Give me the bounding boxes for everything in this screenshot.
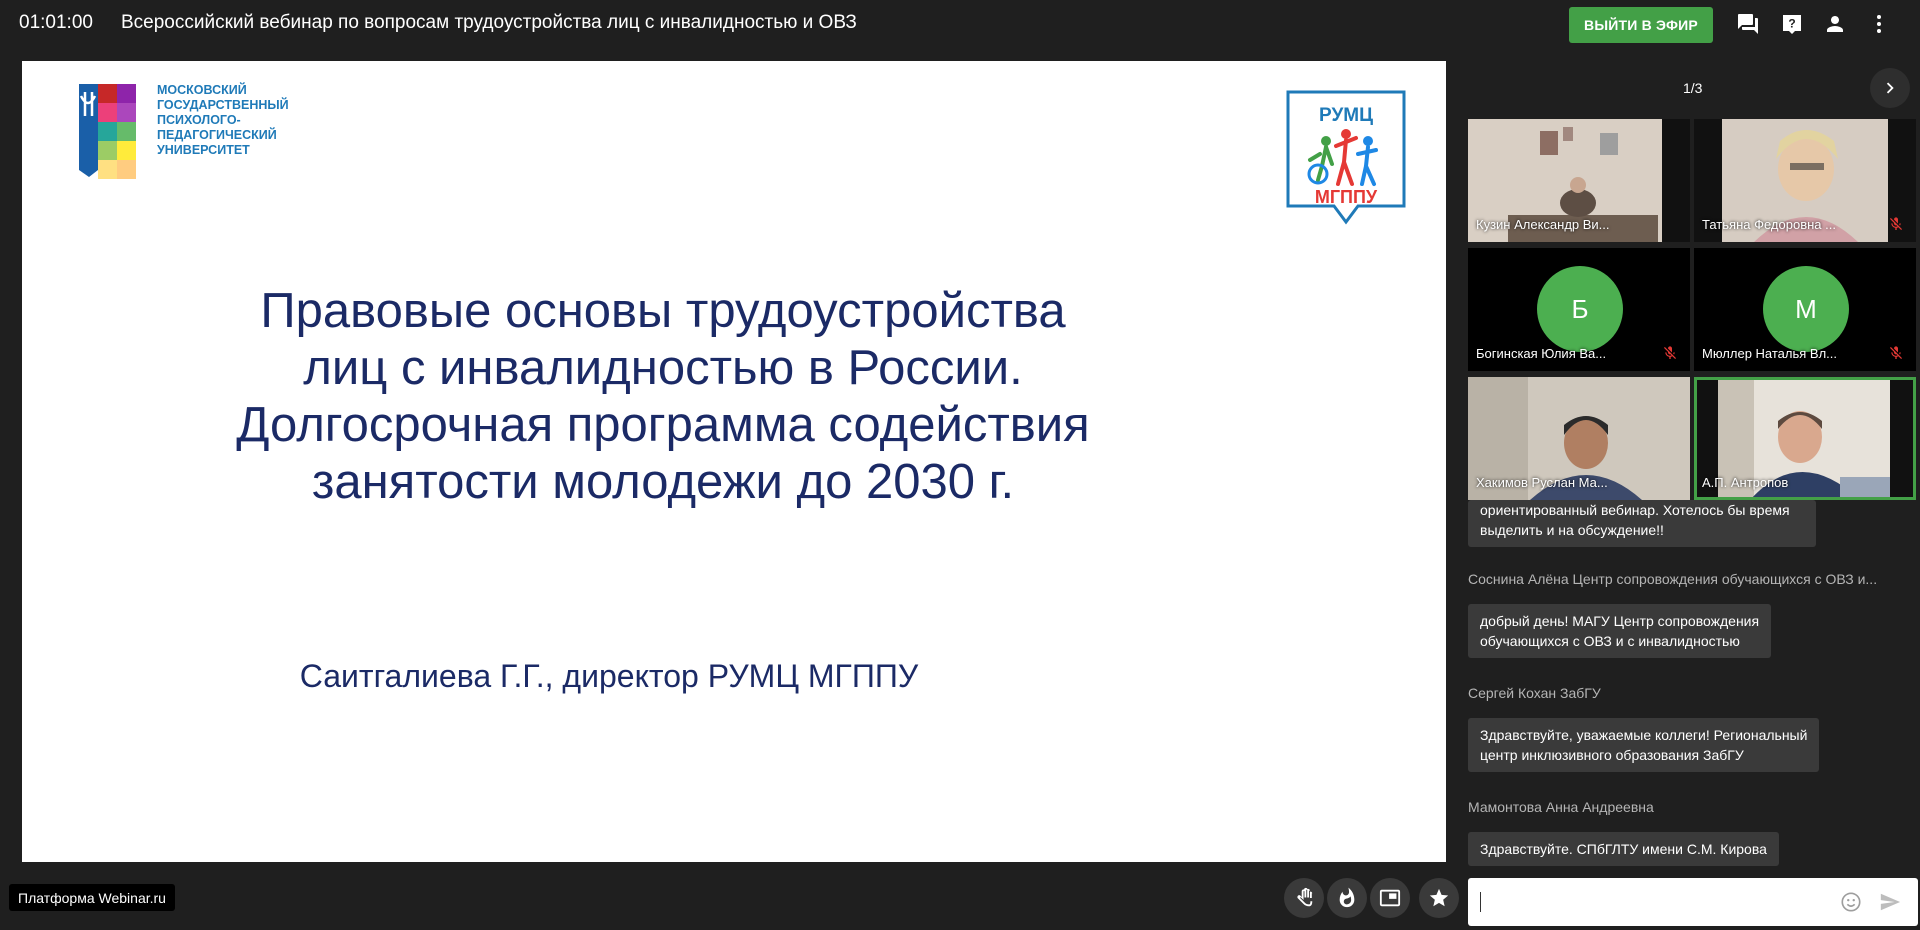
chat-messages: ориентированный вебинар. Хотелось бы вре… bbox=[1468, 500, 1918, 875]
rumc-logo-bottom-text: МГППУ bbox=[1315, 187, 1378, 207]
participants-page-indicator: 1/3 bbox=[1683, 80, 1703, 96]
participant-tile[interactable]: Татьяна Федоровна ... bbox=[1694, 119, 1916, 242]
participant-tile[interactable]: Хакимов Руслан Ма... bbox=[1468, 377, 1690, 500]
star-icon bbox=[1429, 888, 1449, 907]
send-icon bbox=[1880, 893, 1901, 911]
chat-message-line: ориентированный вебинар. Хотелось бы вре… bbox=[1480, 502, 1790, 518]
reaction-button[interactable] bbox=[1327, 878, 1367, 918]
send-button[interactable] bbox=[1877, 889, 1903, 915]
chat-message-line: добрый день! МАГУ Центр сопровождения bbox=[1480, 613, 1760, 629]
logo-line: ПЕДАГОГИЧЕСКИЙ bbox=[157, 128, 277, 142]
participant-tile[interactable]: М Мюллер Наталья Вл... bbox=[1694, 248, 1916, 371]
broadcast-timer: 01:01:00 bbox=[19, 12, 93, 33]
chat-sender-name: Соснина Алёна Центр сопровождения обучаю… bbox=[1468, 571, 1878, 587]
chat-message-line: Здравствуйте. СПбГЛТУ имени С.М. Кирова bbox=[1480, 841, 1767, 857]
participant-name: Мюллер Наталья Вл... bbox=[1702, 346, 1838, 361]
help-icon[interactable]: ? bbox=[1780, 12, 1804, 36]
mic-off-icon bbox=[1664, 346, 1676, 359]
participant-tile-active[interactable]: А.П. Антропов bbox=[1694, 377, 1916, 500]
more-vert-icon[interactable] bbox=[1867, 12, 1891, 36]
mic-off-icon bbox=[1890, 217, 1902, 230]
platform-badge[interactable]: Платформа Webinar.ru bbox=[9, 884, 175, 911]
webinar-title: Всероссийский вебинар по вопросам трудоу… bbox=[121, 12, 857, 33]
chat-message-line: центр инклюзивного образования ЗабГУ bbox=[1480, 747, 1744, 763]
mic-off-icon bbox=[1890, 346, 1902, 359]
slide-heading-line: занятости молодежи до 2030 г. bbox=[311, 455, 1015, 509]
input-caret bbox=[1480, 892, 1481, 912]
presentation-slide: МОСКОВСКИЙ ГОСУДАРСТВЕННЫЙ ПСИХОЛОГО- ПЕ… bbox=[22, 61, 1446, 862]
rumc-logo: РУМЦ МГППУ bbox=[1286, 90, 1406, 225]
slide-heading-line: Долгосрочная программа содействия bbox=[236, 398, 1090, 452]
logo-line: МОСКОВСКИЙ bbox=[157, 83, 247, 97]
favorite-button[interactable] bbox=[1419, 878, 1459, 918]
participant-name: Татьяна Федоровна ... bbox=[1702, 217, 1836, 232]
fire-icon bbox=[1339, 887, 1355, 908]
participant-name: Хакимов Руслан Ма... bbox=[1476, 475, 1608, 490]
chat-sender-name: Мамонтова Анна Андреевна bbox=[1468, 799, 1654, 815]
emoji-button[interactable] bbox=[1838, 889, 1864, 915]
chat-message-line: Здравствуйте, уважаемые коллеги! Региона… bbox=[1480, 727, 1808, 743]
avatar: М bbox=[1763, 266, 1849, 352]
chevron-right-icon bbox=[1886, 82, 1894, 94]
chat-icon[interactable] bbox=[1736, 12, 1760, 36]
participant-name: Кузин Александр Ви... bbox=[1476, 217, 1610, 232]
participant-tile[interactable]: Б Богинская Юлия Ва... bbox=[1468, 248, 1690, 371]
chat-message-line: обучающихся с ОВЗ и с инвалидностью bbox=[1480, 633, 1740, 649]
slide-heading-line: Правовые основы трудоустройства bbox=[260, 284, 1066, 338]
person-icon[interactable] bbox=[1823, 12, 1847, 36]
raise-hand-button[interactable] bbox=[1284, 878, 1324, 918]
emoji-icon bbox=[1841, 892, 1861, 912]
rumc-logo-top-text: РУМЦ bbox=[1319, 105, 1373, 126]
logo-line: ПСИХОЛОГО- bbox=[157, 113, 241, 127]
chat-message-line: выделить и на обсуждение!! bbox=[1480, 522, 1664, 538]
go-live-button[interactable]: ВЫЙТИ В ЭФИР bbox=[1569, 7, 1713, 43]
chat-message-bubble: добрый день! МАГУ Центр сопровождения об… bbox=[1468, 604, 1772, 658]
chat-sender-name: Сергей Кохан ЗабГУ bbox=[1468, 685, 1601, 701]
chat-message-bubble: ориентированный вебинар. Хотелось бы вре… bbox=[1468, 500, 1816, 547]
top-bar: 01:01:00 Всероссийский вебинар по вопрос… bbox=[0, 0, 1920, 48]
chat-message-bubble: Здравствуйте, уважаемые коллеги! Региона… bbox=[1468, 718, 1820, 772]
pip-icon bbox=[1379, 889, 1401, 907]
chat-message-bubble: Здравствуйте. СПбГЛТУ имени С.М. Кирова bbox=[1468, 832, 1779, 866]
hand-icon bbox=[1297, 887, 1313, 907]
picture-in-picture-button[interactable] bbox=[1370, 878, 1410, 918]
mgppu-logo-text: МОСКОВСКИЙ ГОСУДАРСТВЕННЫЙ ПСИХОЛОГО- ПЕ… bbox=[157, 83, 289, 158]
participant-tile[interactable]: Кузин Александр Ви... bbox=[1468, 119, 1690, 242]
participant-name: Богинская Юлия Ва... bbox=[1476, 346, 1607, 361]
next-page-button[interactable] bbox=[1870, 68, 1910, 108]
slide-heading-line: лиц с инвалидностью в России. bbox=[303, 341, 1023, 395]
participant-name: А.П. Антропов bbox=[1702, 475, 1789, 490]
slide-author: Саитгалиева Г.Г., директор РУМЦ МГППУ bbox=[299, 658, 919, 694]
logo-line: УНИВЕРСИТЕТ bbox=[157, 143, 250, 157]
slide-heading: Правовые основы трудоустройства лиц с ин… bbox=[22, 283, 1435, 511]
svg-text:?: ? bbox=[1788, 17, 1795, 31]
logo-line: ГОСУДАРСТВЕННЫЙ bbox=[157, 98, 289, 112]
avatar: Б bbox=[1537, 266, 1623, 352]
